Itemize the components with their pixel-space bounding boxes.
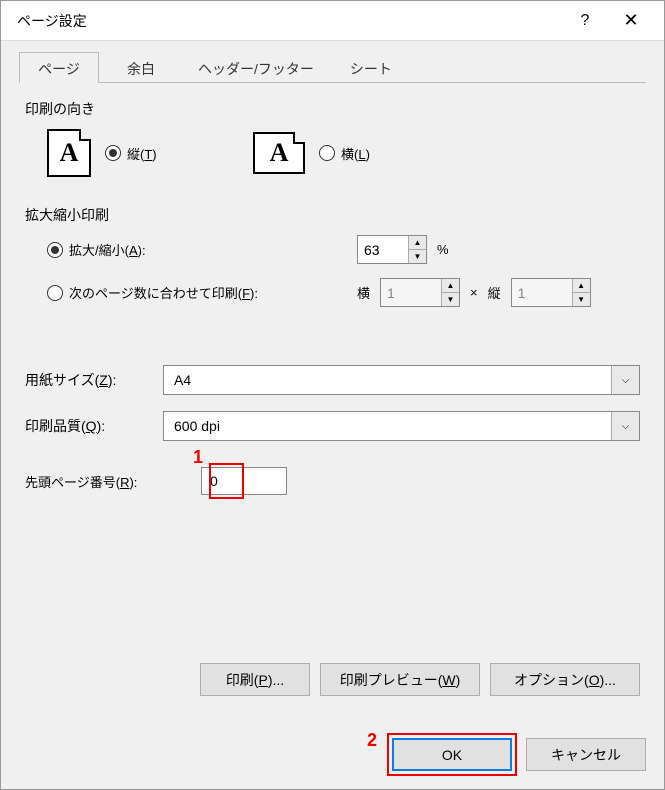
spinner-down-icon[interactable]: ▼	[442, 293, 459, 306]
print-quality-row: 印刷品質(Q): 600 dpi ⌵	[25, 411, 640, 441]
annotation-2: 2	[367, 730, 377, 751]
spinner-up-icon[interactable]: ▲	[573, 279, 590, 293]
spinner-down-icon[interactable]: ▼	[573, 293, 590, 306]
times-label: ×	[470, 285, 478, 300]
fit-tall-input[interactable]	[512, 279, 572, 306]
paper-size-value: A4	[164, 372, 611, 388]
first-page-input[interactable]	[201, 467, 287, 495]
portrait-icon: A	[47, 129, 91, 177]
tab-page-panel: 印刷の向き A 縦(T) A 横(L) 拡大縮小印刷	[19, 83, 646, 720]
percent-label: %	[437, 242, 449, 257]
fit-wide-spinner[interactable]: ▲ ▼	[380, 278, 460, 307]
radio-icon	[319, 145, 335, 161]
cancel-button[interactable]: キャンセル	[526, 738, 646, 771]
fit-wide-label: 横	[357, 283, 370, 302]
print-quality-label: 印刷品質(Q):	[25, 416, 155, 436]
fit-wide-input[interactable]	[381, 279, 441, 306]
spinner-up-icon[interactable]: ▲	[409, 236, 426, 250]
chevron-down-icon[interactable]: ⌵	[611, 412, 639, 440]
fit-tall-label: 縦	[488, 283, 501, 302]
adjust-label: 拡大/縮小(A):	[69, 240, 146, 259]
print-quality-combo[interactable]: 600 dpi ⌵	[163, 411, 640, 441]
footer-row: 2 OK キャンセル	[1, 738, 664, 789]
radio-icon	[47, 285, 63, 301]
tab-sheet[interactable]: シート	[331, 52, 411, 83]
scaling-adjust-row: 拡大/縮小(A): ▲ ▼ %	[25, 235, 640, 264]
paper-size-combo[interactable]: A4 ⌵	[163, 365, 640, 395]
orientation-row: A 縦(T) A 横(L)	[25, 129, 640, 177]
adjust-input[interactable]	[358, 236, 408, 263]
first-page-label: 先頭ページ番号(R):	[25, 472, 193, 491]
fit-label: 次のページ数に合わせて印刷(F):	[69, 283, 258, 302]
print-quality-value: 600 dpi	[164, 418, 611, 434]
chevron-down-icon[interactable]: ⌵	[611, 366, 639, 394]
scaling-fit-radio[interactable]: 次のページ数に合わせて印刷(F):	[47, 283, 258, 302]
radio-icon	[47, 242, 63, 258]
tab-strip: ページ 余白 ヘッダー/フッター シート	[19, 51, 646, 83]
scaling-adjust-radio[interactable]: 拡大/縮小(A):	[47, 240, 146, 259]
spinner-down-icon[interactable]: ▼	[409, 250, 426, 263]
orientation-landscape-radio[interactable]: 横(L)	[319, 144, 409, 163]
first-page-row: 1 先頭ページ番号(R):	[25, 467, 640, 495]
paper-size-row: 用紙サイズ(Z): A4 ⌵	[25, 365, 640, 395]
scaling-group: 拡大縮小印刷 拡大/縮小(A): ▲ ▼	[25, 205, 640, 321]
landscape-icon: A	[253, 132, 305, 174]
tab-header-footer[interactable]: ヘッダー/フッター	[183, 52, 329, 83]
dialog-title: ページ設定	[11, 11, 562, 31]
annotation-1: 1	[193, 447, 203, 468]
orientation-portrait-radio[interactable]: 縦(T)	[105, 144, 195, 163]
titlebar: ページ設定 ? ✕	[1, 1, 664, 41]
paper-size-label: 用紙サイズ(Z):	[25, 370, 155, 390]
action-buttons-row: 印刷(P)... 印刷プレビュー(W) オプション(O)...	[25, 663, 640, 696]
portrait-label: 縦(T)	[127, 144, 157, 163]
close-button[interactable]: ✕	[608, 1, 654, 41]
page-setup-dialog: ページ設定 ? ✕ ページ 余白 ヘッダー/フッター シート 印刷の向き A 縦…	[0, 0, 665, 790]
orientation-group-label: 印刷の向き	[25, 99, 640, 119]
print-preview-button[interactable]: 印刷プレビュー(W)	[320, 663, 480, 696]
help-button[interactable]: ?	[562, 1, 608, 41]
scaling-fit-row: 次のページ数に合わせて印刷(F): 横 ▲ ▼ × 縦	[25, 278, 640, 307]
fit-tall-spinner[interactable]: ▲ ▼	[511, 278, 591, 307]
scaling-group-label: 拡大縮小印刷	[25, 205, 640, 225]
dialog-content: ページ 余白 ヘッダー/フッター シート 印刷の向き A 縦(T) A 横(L)	[1, 41, 664, 738]
options-button[interactable]: オプション(O)...	[490, 663, 640, 696]
spinner-up-icon[interactable]: ▲	[442, 279, 459, 293]
ok-button[interactable]: OK	[392, 738, 512, 771]
print-button[interactable]: 印刷(P)...	[200, 663, 310, 696]
landscape-label: 横(L)	[341, 144, 370, 163]
radio-icon	[105, 145, 121, 161]
tab-margins[interactable]: 余白	[101, 52, 181, 83]
tab-page[interactable]: ページ	[19, 52, 99, 83]
adjust-spinner[interactable]: ▲ ▼	[357, 235, 427, 264]
